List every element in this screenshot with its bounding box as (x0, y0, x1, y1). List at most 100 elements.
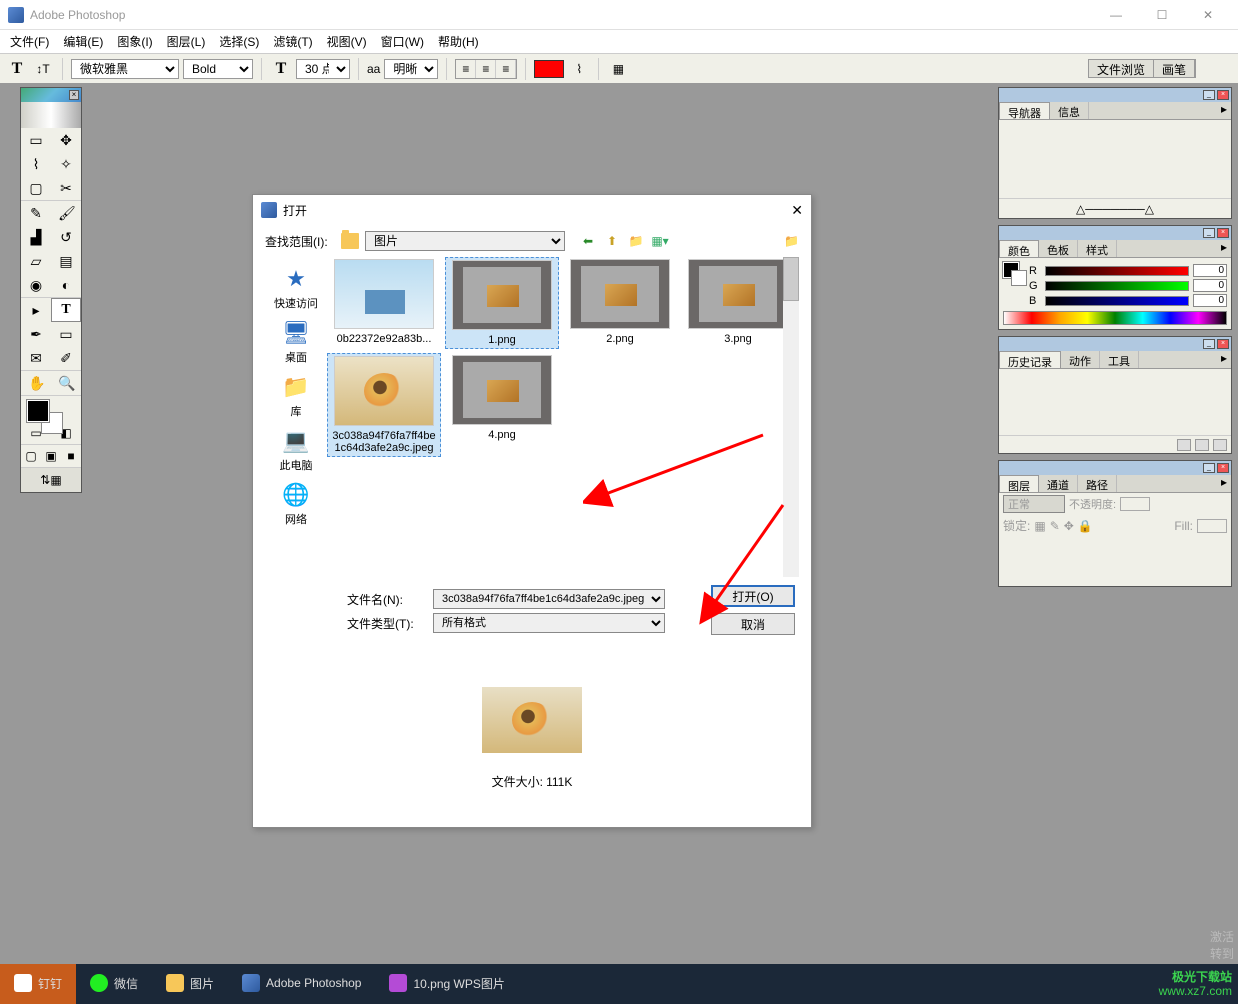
align-right-button[interactable]: ≡ (496, 60, 516, 78)
notes-tool[interactable]: ✉ (21, 346, 51, 370)
font-family-select[interactable]: 微软雅黑 (71, 59, 179, 79)
sidebar-quick-access[interactable]: ★快速访问 (274, 265, 318, 311)
gradient-tool[interactable]: ▤ (51, 249, 81, 273)
panel-min-icon[interactable]: _ (1203, 228, 1215, 238)
slice-tool[interactable]: ✂ (51, 176, 81, 200)
eraser-tool[interactable]: ▱ (21, 249, 51, 273)
sidebar-network[interactable]: 🌐网络 (280, 481, 312, 527)
pen-tool[interactable]: ✒ (21, 322, 51, 346)
color-ramp[interactable] (1003, 311, 1227, 325)
menu-select[interactable]: 选择(S) (219, 33, 259, 50)
fill-field[interactable] (1197, 519, 1227, 533)
menu-filter[interactable]: 滤镜(T) (273, 33, 312, 50)
dialog-close-button[interactable]: ✕ (791, 202, 803, 219)
color-picker[interactable] (21, 396, 81, 436)
taskbar-app-dingding[interactable]: 钉钉 (0, 964, 76, 1004)
history-snapshot-icon[interactable] (1177, 439, 1191, 451)
b-value[interactable]: 0 (1193, 294, 1227, 307)
up-icon[interactable]: ⬆ (603, 232, 621, 250)
history-delete-icon[interactable] (1213, 439, 1227, 451)
new-folder-icon[interactable]: 📁 (627, 232, 645, 250)
screen-mode-3[interactable]: ■ (61, 445, 81, 467)
panel-menu-icon[interactable]: ▸ (1217, 102, 1231, 119)
open-button[interactable]: 打开(O) (711, 585, 795, 607)
b-slider[interactable] (1045, 296, 1189, 306)
shape-tool[interactable]: ▭ (51, 322, 81, 346)
filetype-select[interactable]: 所有格式 (433, 613, 665, 633)
sidebar-desktop[interactable]: 🖥桌面 (280, 319, 312, 365)
type-tool[interactable]: T (51, 298, 81, 322)
g-value[interactable]: 0 (1193, 279, 1227, 292)
history-brush-tool[interactable]: ↺ (51, 225, 81, 249)
brush-tool[interactable]: 🖌 (51, 201, 81, 225)
file-list-scrollbar[interactable] (783, 257, 799, 577)
screen-mode-1[interactable]: ▢ (21, 445, 41, 467)
lock-move-icon[interactable]: ✥ (1064, 519, 1074, 533)
layers-tab[interactable]: 图层 (999, 475, 1039, 492)
panel-close-icon[interactable]: × (1217, 463, 1229, 473)
taskbar-app-wps[interactable]: 10.png WPS图片 (375, 964, 518, 1004)
toolbox-header[interactable]: × (21, 88, 81, 102)
file-item[interactable]: 3.png (681, 257, 795, 349)
panel-close-icon[interactable]: × (1217, 90, 1229, 100)
fg-color-swatch[interactable] (27, 400, 49, 422)
align-left-button[interactable]: ≡ (456, 60, 476, 78)
sidebar-libraries[interactable]: 📁库 (280, 373, 312, 419)
file-item[interactable]: 1.png (445, 257, 559, 349)
back-icon[interactable]: ⬅ (579, 232, 597, 250)
font-weight-select[interactable]: Bold (183, 59, 253, 79)
taskbar-app-photoshop[interactable]: Adobe Photoshop (228, 964, 375, 1004)
history-new-icon[interactable] (1195, 439, 1209, 451)
color-bg-swatch[interactable] (1011, 270, 1027, 286)
r-slider[interactable] (1045, 266, 1189, 276)
navigator-tab[interactable]: 导航器 (999, 102, 1050, 119)
menu-view[interactable]: 视图(V) (327, 33, 367, 50)
file-item[interactable]: 4.png (445, 353, 559, 457)
lookin-select[interactable]: 图片 (365, 231, 565, 251)
panel-menu-icon[interactable]: ▸ (1217, 475, 1231, 492)
antialias-select[interactable]: 明晰 (384, 59, 438, 79)
blend-mode-select[interactable]: 正常 (1003, 495, 1065, 513)
file-browse-tab[interactable]: 文件浏览 (1089, 60, 1154, 77)
taskbar-app-pictures[interactable]: 图片 (152, 964, 228, 1004)
panel-menu-icon[interactable]: ▸ (1217, 240, 1231, 257)
path-select-tool[interactable]: ▸ (21, 298, 51, 322)
view-menu-icon[interactable]: ▦▾ (651, 232, 669, 250)
heal-tool[interactable]: ✎ (21, 201, 51, 225)
channels-tab[interactable]: 通道 (1039, 475, 1078, 492)
type-orient-icon[interactable]: ↕T (32, 58, 54, 80)
color-tab[interactable]: 颜色 (999, 240, 1039, 257)
swatches-tab[interactable]: 色板 (1039, 240, 1078, 257)
zoom-tool[interactable]: 🔍 (51, 371, 81, 395)
palettes-icon[interactable]: ▦ (607, 58, 629, 80)
file-item[interactable]: 0b22372e92a83b... (327, 257, 441, 349)
taskbar-app-wechat[interactable]: 微信 (76, 964, 152, 1004)
lasso-tool[interactable]: ⌇ (21, 152, 51, 176)
panel-min-icon[interactable]: _ (1203, 90, 1215, 100)
maximize-button[interactable]: ☐ (1148, 5, 1176, 25)
lock-paint-icon[interactable]: ✎ (1050, 519, 1060, 533)
warp-text-icon[interactable]: ⌇ (568, 58, 590, 80)
hand-tool[interactable]: ✋ (21, 371, 51, 395)
dodge-tool[interactable]: ◐ (51, 273, 81, 297)
file-item[interactable]: 2.png (563, 257, 677, 349)
menu-layer[interactable]: 图层(L) (167, 33, 206, 50)
menu-window[interactable]: 窗口(W) (381, 33, 424, 50)
history-tab[interactable]: 历史记录 (999, 351, 1061, 368)
panel-close-icon[interactable]: × (1217, 339, 1229, 349)
crop-tool[interactable]: ▢ (21, 176, 51, 200)
panel-min-icon[interactable]: _ (1203, 339, 1215, 349)
styles-tab[interactable]: 样式 (1078, 240, 1117, 257)
panel-min-icon[interactable]: _ (1203, 463, 1215, 473)
close-button[interactable]: ✕ (1194, 5, 1222, 25)
eyedropper-tool[interactable]: ✐ (51, 346, 81, 370)
menu-file[interactable]: 文件(F) (10, 33, 49, 50)
blur-tool[interactable]: ◉ (21, 273, 51, 297)
menu-edit[interactable]: 编辑(E) (63, 33, 103, 50)
g-slider[interactable] (1045, 281, 1189, 291)
tools-tab[interactable]: 工具 (1100, 351, 1139, 368)
panel-menu-icon[interactable]: ▸ (1217, 351, 1231, 368)
align-center-button[interactable]: ≡ (476, 60, 496, 78)
screen-mode-2[interactable]: ▣ (41, 445, 61, 467)
minimize-button[interactable]: — (1102, 5, 1130, 25)
